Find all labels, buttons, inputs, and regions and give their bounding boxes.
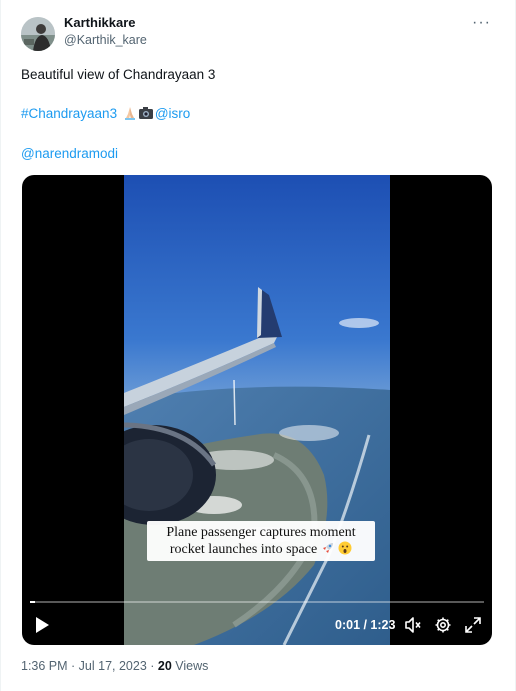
more-icon[interactable]: ···: [472, 14, 491, 32]
mention-modi-link[interactable]: @narendramodi: [21, 146, 118, 161]
video-controls: 0:01 / 1:23: [22, 607, 492, 645]
video-caption: Plane passenger captures moment rocket l…: [147, 521, 375, 561]
user-handle[interactable]: @Karthik_kare: [64, 33, 147, 47]
camera-icon: [138, 107, 153, 119]
avatar[interactable]: [21, 17, 55, 51]
views-count: 20: [157, 659, 172, 673]
fullscreen-icon[interactable]: [464, 616, 482, 634]
play-icon[interactable]: [34, 616, 50, 634]
meta-separator: ·: [146, 659, 158, 673]
meta-separator: ·: [67, 659, 79, 673]
video-still: [124, 175, 390, 645]
tweet-date[interactable]: Jul 17, 2023: [79, 659, 147, 673]
settings-icon[interactable]: [434, 616, 452, 634]
user-name[interactable]: Karthikkare: [64, 15, 136, 30]
video-player[interactable]: Plane passenger captures moment rocket l…: [22, 175, 492, 645]
tweet-mention-line: @narendramodi: [21, 146, 118, 161]
video-progress-bar[interactable]: [30, 601, 484, 603]
tweet-text: Beautiful view of Chandrayaan 3: [21, 67, 216, 82]
folded-hands-icon: [124, 107, 135, 120]
video-time: 0:01 / 1:23: [335, 618, 396, 632]
video-caption-line1: Plane passenger captures moment: [166, 525, 356, 540]
tweet-time[interactable]: 1:36 PM: [21, 659, 68, 673]
rocket-icon: [322, 543, 333, 553]
video-progress-fill: [30, 601, 36, 603]
tweet-tags-line: #Chandrayaan3 @isro: [21, 106, 190, 121]
hashtag-link[interactable]: #Chandrayaan3: [21, 106, 117, 121]
views-label: Views: [171, 659, 209, 673]
muted-speaker-icon[interactable]: [404, 616, 422, 634]
video-caption-line2: rocket launches into space: [169, 542, 318, 557]
avatar-photo: [21, 17, 55, 51]
astonished-face-icon: [338, 541, 352, 555]
mention-isro-link[interactable]: @isro: [155, 106, 190, 121]
tweet-meta: 1:36 PM · Jul 17, 2023 · 20 Views: [21, 659, 208, 673]
video-frame: [124, 175, 390, 645]
tweet-card: Karthikkare @Karthik_kare ··· Beautiful …: [0, 0, 516, 691]
